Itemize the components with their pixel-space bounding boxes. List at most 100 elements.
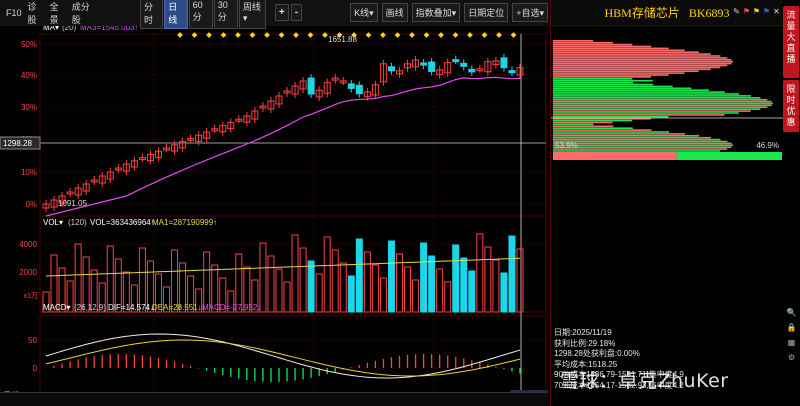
panel-header: HBM存储芯片 BK6893 ✎ ⚑ ⚑ ⚑ ✕	[551, 0, 783, 26]
date-locate-button[interactable]: 日期定位	[464, 3, 509, 22]
lock-icon[interactable]: 🔒	[783, 323, 800, 332]
info-profit-ratio: 获利比例:29.18%	[554, 338, 616, 348]
bottom-bar	[0, 392, 548, 406]
draw-line-button[interactable]: 画线	[381, 3, 408, 22]
volume-bar	[484, 246, 492, 313]
candle-body	[500, 57, 508, 69]
kline-chart[interactable]: 50%40%30%20%10%0%40002000x1万5002025/8910…	[0, 26, 548, 406]
ma-select: MA▾	[43, 26, 59, 32]
chip-bar	[553, 53, 711, 55]
live-stream-tab[interactable]: 流量大直播	[783, 6, 799, 78]
chip-bar	[553, 102, 773, 105]
candle-body	[420, 62, 428, 66]
candle-body	[452, 59, 460, 63]
period-weekly[interactable]: 周线▾	[238, 0, 266, 29]
vol-y-tick: 4000	[19, 240, 37, 249]
vol-params: (120)	[68, 218, 87, 227]
volume-bar	[283, 281, 291, 313]
kline-type-button[interactable]: K线▾	[350, 3, 378, 22]
chip-bar	[553, 51, 699, 53]
volume-bar	[436, 268, 444, 313]
zoom-out-button[interactable]: -	[290, 4, 303, 21]
sector-code: BK6893	[688, 6, 730, 20]
period-30min[interactable]: 30分	[213, 0, 238, 29]
live-stream-tab-label: 流量大直播	[786, 10, 796, 64]
chip-bar	[553, 45, 652, 48]
chip-bar	[553, 70, 699, 72]
signal-marker	[496, 32, 502, 38]
period-daily[interactable]: 日线	[164, 0, 188, 29]
signal-marker	[365, 32, 372, 38]
chip-bar	[553, 81, 634, 84]
diagnose-button[interactable]: 诊股	[28, 0, 44, 26]
f10-button[interactable]: F10	[6, 8, 22, 18]
compare-icon[interactable]: ⚑	[762, 6, 771, 17]
candle-body	[387, 66, 395, 72]
vol-unit-label: x1万	[24, 292, 38, 300]
chip-bar	[553, 41, 613, 44]
period-60min[interactable]: 60分	[188, 0, 213, 29]
volume-bar	[299, 247, 307, 313]
chip-bar	[553, 112, 739, 114]
chip-bar	[553, 85, 673, 88]
grid-icon[interactable]: ▦	[783, 338, 800, 347]
candle-body	[355, 84, 363, 95]
zoom-in-button[interactable]: +	[274, 4, 289, 21]
chip-bar	[553, 110, 751, 112]
chip-bar	[553, 133, 685, 135]
chip-bar	[553, 123, 594, 126]
chip-bar	[553, 47, 669, 50]
low-price-label: 1091.05	[58, 199, 87, 208]
volume-bar	[74, 243, 82, 313]
settings-icon[interactable]: ⚙	[783, 353, 800, 362]
chip-bar	[553, 78, 633, 80]
period-intraday[interactable]: 分时	[140, 0, 164, 29]
volume-bar	[404, 266, 412, 313]
zoom-icon[interactable]: 🔍	[783, 308, 800, 317]
macd-select: MACD▾	[43, 303, 71, 312]
volume-bar	[339, 262, 347, 313]
flag-icon[interactable]: ⚑	[742, 6, 751, 17]
close-icon[interactable]: ✕	[772, 6, 781, 17]
price-y-tick: 50%	[21, 40, 37, 49]
chip-bar	[553, 114, 725, 116]
signal-marker	[467, 32, 473, 38]
signal-marker	[438, 32, 444, 38]
constituents-button[interactable]: 成分股	[72, 0, 96, 26]
candle-body	[460, 62, 468, 67]
add-watchlist-button[interactable]: +自选▾	[512, 3, 548, 22]
chip-bar	[553, 66, 721, 69]
price-y-tick: 40%	[21, 71, 37, 80]
signal-marker	[191, 32, 198, 38]
chip-bar	[553, 104, 772, 107]
chip-bar	[553, 98, 768, 101]
candle-body	[468, 68, 476, 73]
index-overlay-button[interactable]: 指数叠加▾	[411, 3, 461, 22]
volume-bar	[291, 234, 299, 313]
overview-button[interactable]: 全景	[50, 0, 66, 26]
chip-bar	[553, 57, 728, 59]
pencil-icon[interactable]: ✎	[732, 6, 741, 17]
chip-bar	[553, 72, 685, 74]
chip-bar	[553, 135, 700, 137]
volume-bar	[452, 244, 460, 313]
macd-dif-label: DIF=14.574↓	[108, 303, 154, 312]
volume-bar	[387, 240, 395, 313]
chip-bar	[553, 76, 652, 78]
high-price-label: 1651.88	[328, 35, 357, 44]
signal-marker	[264, 32, 270, 38]
current-price-label: 1298.28	[3, 139, 32, 148]
ratio-loss-segment	[676, 152, 782, 160]
signal-marker	[322, 32, 328, 38]
macd-y-tick: 50	[28, 336, 37, 345]
chip-bar	[553, 62, 732, 65]
signal-marker	[293, 32, 299, 38]
promo-tab[interactable]: 限时优惠	[783, 80, 799, 132]
volume-ma-line	[45, 257, 521, 277]
signal-marker	[452, 32, 459, 38]
flag-alt-icon[interactable]: ⚑	[752, 6, 761, 17]
chip-bar	[553, 125, 614, 128]
sector-name: HBM存储芯片	[604, 6, 680, 20]
vol-y-tick: 2000	[19, 268, 37, 277]
signal-marker	[481, 32, 488, 38]
